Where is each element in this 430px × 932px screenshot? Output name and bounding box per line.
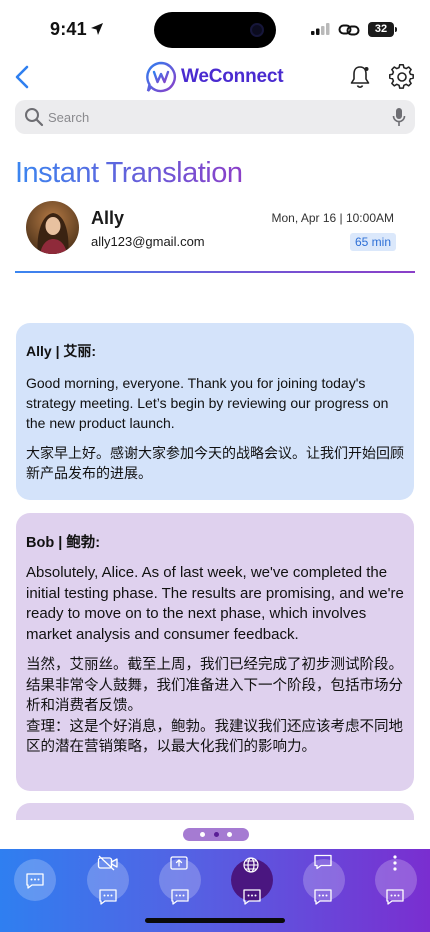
message-chinese: 大家早上好。感谢大家参加今天的战略会议。让我们开始回顾新产品发布的进展。 xyxy=(26,446,404,482)
app-logo: WeConnect xyxy=(145,60,284,94)
chat-bubble-icon xyxy=(99,889,117,905)
battery-tip xyxy=(395,27,397,32)
message-bubble-bob: Bob | 鲍勃: Absolutely, Alice. As of last … xyxy=(16,513,414,791)
message-bubble-next xyxy=(16,803,414,820)
message-english: Good morning, everyone. Thank you for jo… xyxy=(26,375,389,431)
transcript-list[interactable]: Ally | 艾丽: Good morning, everyone. Thank… xyxy=(0,323,430,820)
microphone-icon[interactable] xyxy=(392,107,406,128)
avatar-photo xyxy=(26,201,79,254)
status-bar: 9:41 32 xyxy=(0,0,430,60)
page-dot-active[interactable] xyxy=(213,832,219,837)
chat-bubble-icon xyxy=(243,889,261,905)
globe-translate-icon xyxy=(243,857,259,873)
battery-indicator: 32 xyxy=(368,22,394,37)
duration-badge: 65 min xyxy=(349,233,396,251)
page-dot[interactable] xyxy=(227,832,233,837)
speaker-label: Bob | 鲍勃: xyxy=(26,535,101,551)
weconnect-logo-icon xyxy=(146,61,176,93)
message-chinese-line: 查理：这是个好消息，鲍勃。我建议我们还应该考虑不同地区的潜在营销策略，以最大化我… xyxy=(26,718,403,756)
speaker-label: Ally | 艾丽: xyxy=(26,343,97,359)
settings-gear-icon[interactable] xyxy=(389,64,415,90)
home-indicator[interactable] xyxy=(145,918,285,923)
app-name: WeConnect xyxy=(181,66,284,87)
chat-bubble-icon xyxy=(26,873,44,889)
contact-email: ally123@gmail.com xyxy=(91,234,205,249)
search-icon xyxy=(25,108,44,127)
back-chevron-icon[interactable] xyxy=(12,64,34,90)
search-input[interactable] xyxy=(48,100,378,134)
message-english: Absolutely, Alice. As of last week, we'v… xyxy=(26,564,404,643)
personal-hotspot-icon xyxy=(338,24,360,36)
chat-bubble-icon xyxy=(314,889,332,905)
location-arrow-icon xyxy=(91,23,103,35)
contact-name: Ally xyxy=(91,208,125,228)
message-chinese-line: 当然，艾丽丝。截至上周，我们已经完成了初步测试阶段。结果非常令人鼓舞，我们准备进… xyxy=(26,657,403,714)
cellular-signal-icon xyxy=(311,23,330,35)
page-dot[interactable] xyxy=(199,832,205,837)
page-indicator[interactable] xyxy=(183,828,249,841)
message-bubble-ally: Ally | 艾丽: Good morning, everyone. Thank… xyxy=(16,323,414,500)
divider xyxy=(15,271,415,273)
page-title: Instant Translation xyxy=(15,157,243,189)
chat-bubble-icon xyxy=(386,889,404,905)
dynamic-island xyxy=(154,12,276,48)
app-header: WeConnect xyxy=(0,60,430,96)
status-time: 9:41 xyxy=(50,19,87,39)
message-chinese: 当然，艾丽丝。截至上周，我们已经完成了初步测试阶段。结果非常令人鼓舞，我们准备进… xyxy=(26,655,404,758)
avatar[interactable] xyxy=(26,201,79,254)
meeting-datetime: Mon, Apr 16 | 10:00AM xyxy=(271,211,394,225)
search-bar[interactable] xyxy=(15,100,415,134)
chat-bubble-icon xyxy=(171,889,189,905)
notification-bell-icon[interactable] xyxy=(348,64,372,90)
